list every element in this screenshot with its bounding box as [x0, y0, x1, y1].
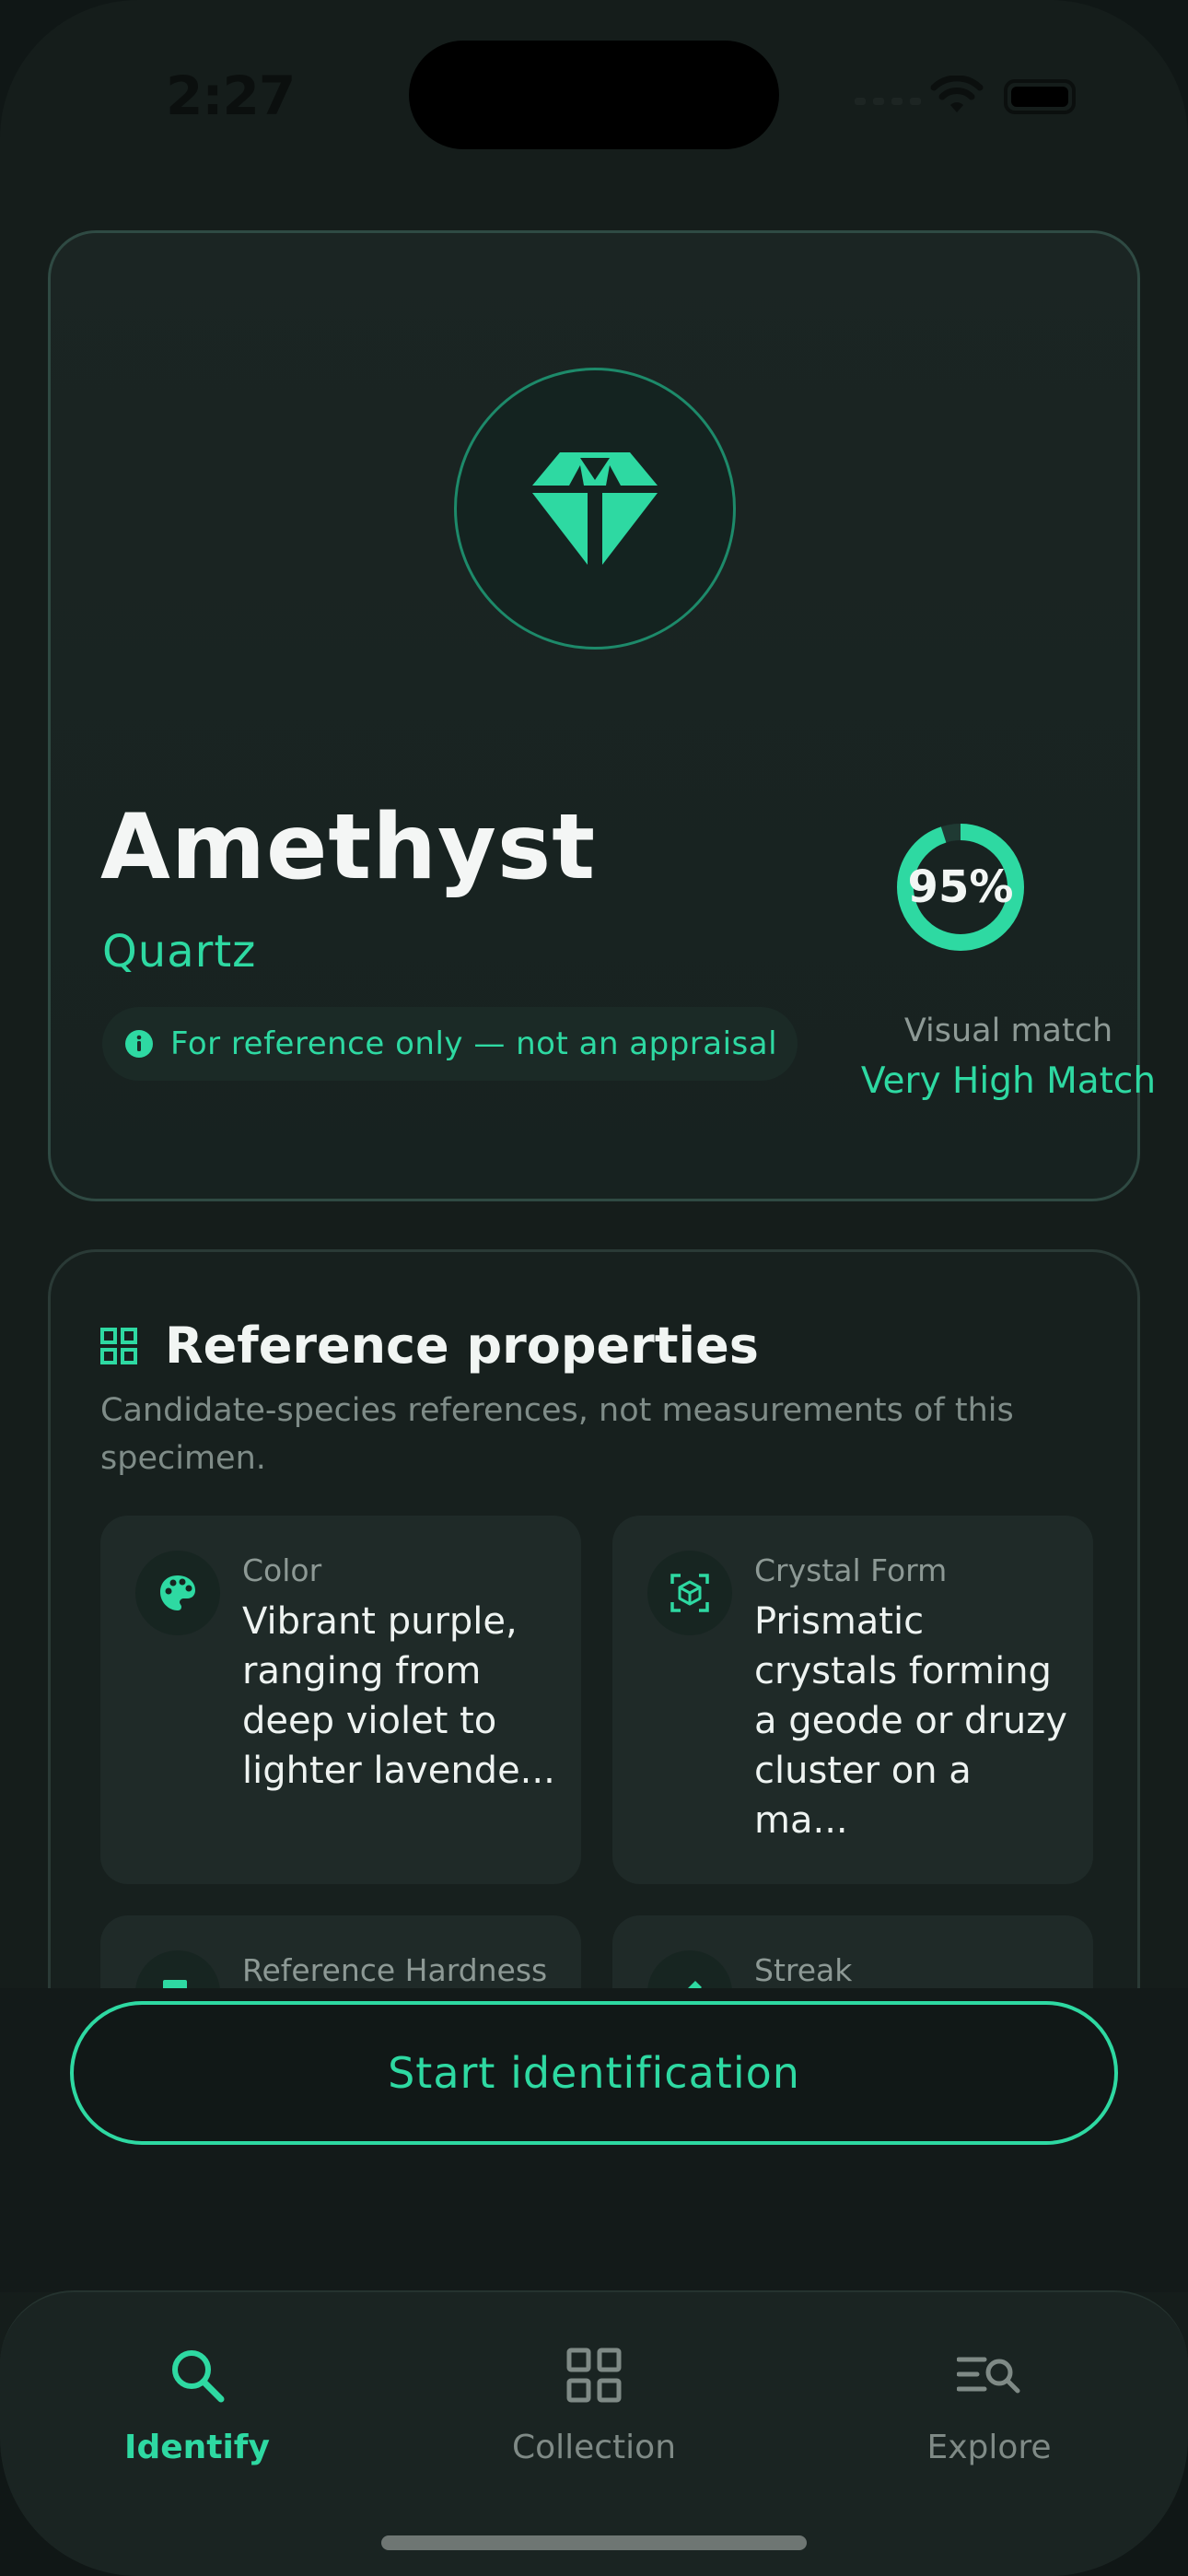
dynamic-island — [409, 41, 779, 149]
tab-explore[interactable]: Explore — [851, 2329, 1127, 2466]
start-identification-button[interactable]: Start identification — [70, 2001, 1118, 2145]
battery-icon — [1004, 79, 1076, 114]
match-caption: Visual match — [903, 1013, 1113, 1049]
info-icon — [125, 1030, 153, 1058]
property-label: Streak — [754, 1952, 853, 1988]
gem-avatar — [454, 368, 736, 650]
search-icon — [172, 2350, 225, 2403]
tab-identify[interactable]: Identify — [59, 2329, 335, 2466]
property-value: Prismatic crystals forming a geode or dr… — [754, 1600, 1067, 1842]
match-percent: 95% — [907, 861, 1014, 913]
explore-search-icon — [957, 2357, 1020, 2394]
properties-header: Reference properties — [100, 1317, 759, 1375]
disclaimer-badge: For reference only — not an appraisal — [102, 1007, 798, 1081]
diamond-gem-icon — [532, 452, 658, 565]
property-label: Color — [242, 1552, 322, 1588]
property-label: Reference Hardness — [242, 1952, 548, 1988]
mineral-name: Amethyst — [100, 795, 597, 900]
reference-properties-card: Reference properties Candidate-species r… — [48, 1249, 1140, 2078]
crystal-cube-icon — [670, 1574, 709, 1612]
tab-bar: Identify Collection Explore — [0, 2290, 1188, 2576]
property-tile-color[interactable]: Color Vibrant purple, ranging from deep … — [100, 1516, 581, 1884]
cellular-signal-icon — [855, 98, 921, 105]
home-indicator — [381, 2535, 807, 2550]
property-value: Vibrant purple, ranging from deep violet… — [242, 1600, 555, 1792]
properties-title: Reference properties — [165, 1317, 759, 1375]
properties-subtitle: Candidate-species references, not measur… — [100, 1392, 1014, 1477]
grid-icon — [100, 1327, 137, 1364]
tab-label: Collection — [511, 2429, 677, 2466]
palette-icon — [160, 1575, 195, 1610]
wifi-icon — [930, 76, 984, 112]
property-label: Crystal Form — [754, 1552, 948, 1588]
tab-collection[interactable]: Collection — [456, 2329, 732, 2466]
mineral-group: Quartz — [102, 926, 257, 978]
collection-grid-icon — [566, 2348, 622, 2403]
tab-label: Explore — [926, 2429, 1052, 2466]
disclaimer-text: For reference only — not an appraisal — [170, 1025, 778, 1062]
property-tile-crystal-form[interactable]: Crystal Form Prismatic crystals forming … — [612, 1516, 1093, 1884]
tab-label: Identify — [124, 2429, 270, 2466]
app-screen: 2:27 Amethyst Quartz For reference only … — [0, 0, 1188, 2576]
match-level: Very High Match — [860, 1060, 1157, 1102]
mineral-result-card: Amethyst Quartz For reference only — not… — [48, 230, 1156, 1201]
status-time: 2:27 — [166, 64, 296, 127]
